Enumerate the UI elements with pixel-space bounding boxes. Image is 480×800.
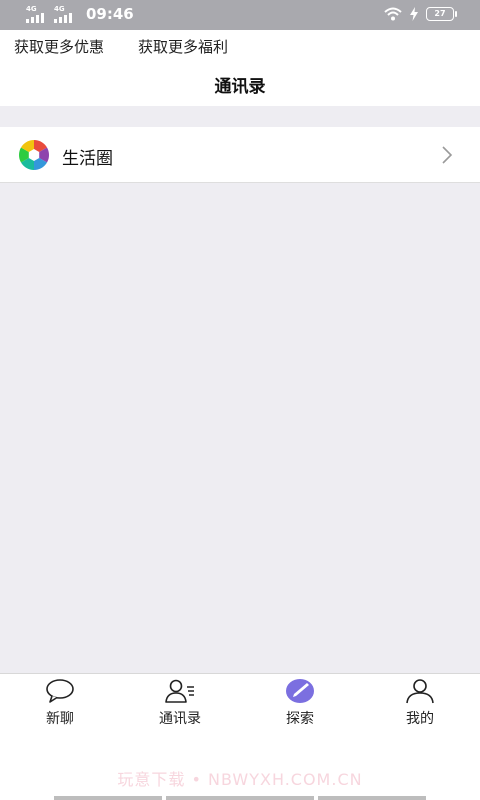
tab-contacts[interactable]: 通讯录 [120,678,240,734]
person-icon [406,679,434,704]
tab-label: 我的 [406,711,434,727]
tab-label: 探索 [286,711,314,727]
more-benefits-link[interactable]: 获取更多福利 [138,36,228,57]
signal-icon-2: 4G [54,5,76,23]
list-item-label: 生活圈 [62,149,113,169]
watermark: 玩意下载 • NBWYXH.COM.CN [117,770,363,789]
network-type-1: 4G [26,5,37,13]
nav-indicator-center [166,796,314,800]
chat-bubble-icon [46,679,74,703]
status-right: 27 [384,7,457,21]
signal-icon: 4G [26,5,48,23]
tab-new-chat[interactable]: 新聊 [0,678,120,734]
content-area: 生活圈 [0,106,480,673]
compass-icon [286,679,314,703]
promo-links: 获取更多优惠 获取更多福利 [14,36,228,57]
battery-level: 27 [434,9,446,18]
battery-icon: 27 [426,7,457,21]
camera-aperture-icon [18,140,50,170]
charging-icon [410,7,418,21]
page-title: 通讯录 [214,77,266,97]
list-item-life-circle[interactable]: 生活圈 [0,127,480,183]
status-bar: 4G 4G 09:46 27 [0,0,480,30]
chevron-right-icon [442,146,453,164]
status-left: 4G 4G 09:46 [26,5,134,23]
more-offers-link[interactable]: 获取更多优惠 [14,36,104,57]
wifi-icon [384,7,402,21]
nav-indicator-left [54,796,162,800]
status-time: 09:46 [86,5,134,23]
tab-label: 新聊 [46,711,74,727]
tab-label: 通讯录 [159,711,201,727]
bottom-tab-bar: 新聊 通讯录 探索 我的 [0,673,480,735]
tab-explore[interactable]: 探索 [240,678,360,734]
tab-me[interactable]: 我的 [360,678,480,734]
network-type-2: 4G [54,5,65,13]
contacts-icon [165,679,194,703]
nav-indicator-right [318,796,426,800]
